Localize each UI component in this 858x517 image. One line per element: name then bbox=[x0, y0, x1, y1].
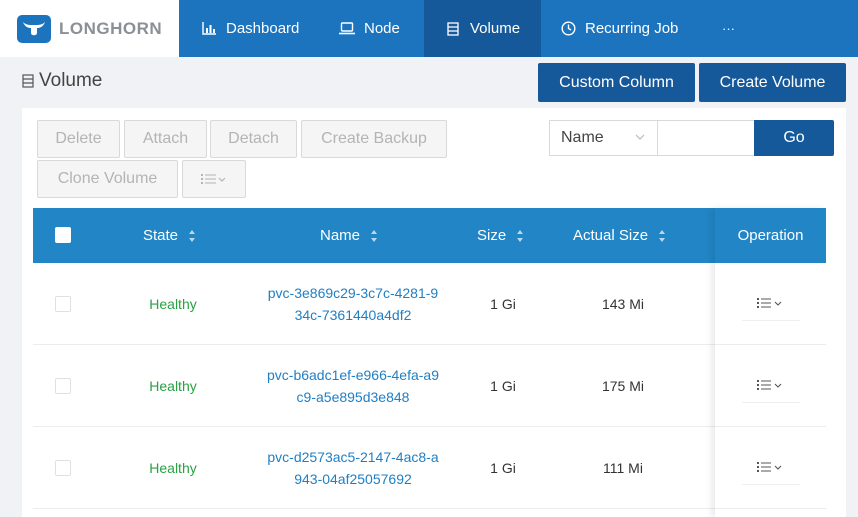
nav-volume[interactable]: Volume bbox=[424, 0, 541, 57]
brand-name: LONGHORN bbox=[59, 18, 163, 38]
column-header-name[interactable]: Name bbox=[320, 208, 378, 263]
table-row: Healthy pvc-b6adc1ef-e966-4efa-a9c9-a5e8… bbox=[33, 345, 826, 427]
volume-name-link[interactable]: pvc-b6adc1ef-e966-4efa-a9c9-a5e895d3e848 bbox=[267, 364, 439, 408]
page-title-text: Volume bbox=[39, 70, 103, 91]
go-button[interactable]: Go bbox=[754, 120, 834, 156]
size-cell: 1 Gi bbox=[490, 296, 516, 312]
list-icon bbox=[201, 174, 226, 184]
table-header: State Name Size Actual Size bbox=[33, 208, 826, 263]
sort-icon bbox=[188, 229, 196, 243]
chevron-down-icon bbox=[635, 134, 645, 140]
search-field-select[interactable]: Name bbox=[549, 120, 657, 156]
list-icon bbox=[756, 298, 781, 308]
size-cell: 1 Gi bbox=[490, 378, 516, 394]
logo[interactable]: LONGHORN bbox=[0, 0, 179, 57]
actual-size-cell: 111 Mi bbox=[603, 460, 643, 476]
more-icon: ··· bbox=[722, 21, 735, 36]
detach-button[interactable]: Detach bbox=[210, 120, 297, 158]
custom-column-button[interactable]: Custom Column bbox=[538, 63, 695, 102]
column-header-operation: Operation bbox=[715, 208, 826, 263]
clock-icon bbox=[560, 21, 576, 37]
clone-volume-button[interactable]: Clone Volume bbox=[37, 160, 178, 198]
volume-name-link[interactable]: pvc-d2573ac5-2147-4ac8-a943-04af25057692 bbox=[267, 446, 439, 490]
row-checkbox[interactable] bbox=[55, 378, 71, 394]
row-operation-menu[interactable] bbox=[741, 287, 800, 321]
name-cell: pvc-b6adc1ef-e966-4efa-a9c9-a5e895d3e848 bbox=[265, 345, 441, 427]
search-field-value: Name bbox=[561, 129, 604, 146]
row-checkbox[interactable] bbox=[55, 296, 71, 312]
state-cell: Healthy bbox=[149, 460, 197, 476]
longhorn-logo-icon bbox=[17, 14, 51, 43]
name-cell: pvc-d2573ac5-2147-4ac8-a943-04af25057692 bbox=[265, 427, 441, 509]
volume-name-link[interactable]: pvc-3e869c29-3c7c-4281-934c-7361440a4df2 bbox=[267, 282, 439, 326]
state-cell: Healthy bbox=[149, 378, 197, 394]
nav-label: Recurring Job bbox=[585, 20, 679, 37]
operation-cell bbox=[715, 345, 826, 427]
column-header-actual-size[interactable]: Actual Size bbox=[573, 208, 666, 263]
list-icon bbox=[756, 380, 781, 390]
column-header-state[interactable]: State bbox=[143, 208, 196, 263]
nav-label: Dashboard bbox=[226, 20, 300, 37]
nav-recurring-job[interactable]: Recurring Job bbox=[541, 0, 697, 57]
database-icon bbox=[445, 21, 461, 37]
top-nav: LONGHORN Dashboard Node Volume Recurring… bbox=[0, 0, 858, 57]
nav-more[interactable]: ··· bbox=[697, 0, 757, 57]
attach-button[interactable]: Attach bbox=[124, 120, 207, 158]
row-operation-menu[interactable] bbox=[741, 451, 800, 485]
sort-icon bbox=[516, 229, 524, 243]
list-icon bbox=[756, 462, 781, 472]
column-header-size[interactable]: Size bbox=[477, 208, 524, 263]
nav-label: Volume bbox=[470, 20, 521, 37]
actual-size-cell: 143 Mi bbox=[601, 296, 645, 312]
sort-icon bbox=[370, 229, 378, 243]
column-label: State bbox=[143, 227, 179, 244]
laptop-icon bbox=[339, 21, 355, 37]
database-icon bbox=[22, 74, 34, 88]
bulk-actions-dropdown[interactable] bbox=[182, 160, 246, 198]
row-operation-menu[interactable] bbox=[741, 369, 800, 403]
column-label: Size bbox=[477, 227, 507, 244]
create-backup-button[interactable]: Create Backup bbox=[301, 120, 447, 158]
search-input[interactable] bbox=[657, 120, 754, 156]
volume-panel: Delete Attach Detach Create Backup Clone… bbox=[22, 108, 846, 517]
column-label: Name bbox=[320, 227, 361, 244]
name-cell: pvc-3e869c29-3c7c-4281-934c-7361440a4df2 bbox=[265, 263, 441, 345]
select-all-checkbox[interactable] bbox=[55, 227, 71, 243]
create-volume-button[interactable]: Create Volume bbox=[699, 63, 846, 102]
row-checkbox[interactable] bbox=[55, 460, 71, 476]
actual-size-cell: 175 Mi bbox=[601, 378, 645, 394]
column-label: Actual Size bbox=[573, 227, 649, 244]
nav-node[interactable]: Node bbox=[321, 0, 424, 57]
operation-cell bbox=[715, 263, 826, 345]
sort-icon bbox=[658, 229, 666, 243]
state-cell: Healthy bbox=[149, 296, 197, 312]
operation-cell bbox=[715, 427, 826, 509]
nav-label: Node bbox=[364, 20, 400, 37]
delete-button[interactable]: Delete bbox=[37, 120, 120, 158]
table-row: Healthy pvc-d2573ac5-2147-4ac8-a943-04af… bbox=[33, 427, 826, 509]
page-title: Volume bbox=[22, 70, 102, 92]
table-row: Healthy pvc-3e869c29-3c7c-4281-934c-7361… bbox=[33, 263, 826, 345]
size-cell: 1 Gi bbox=[490, 460, 516, 476]
nav-dashboard[interactable]: Dashboard bbox=[179, 0, 321, 57]
bar-chart-icon bbox=[201, 21, 217, 37]
